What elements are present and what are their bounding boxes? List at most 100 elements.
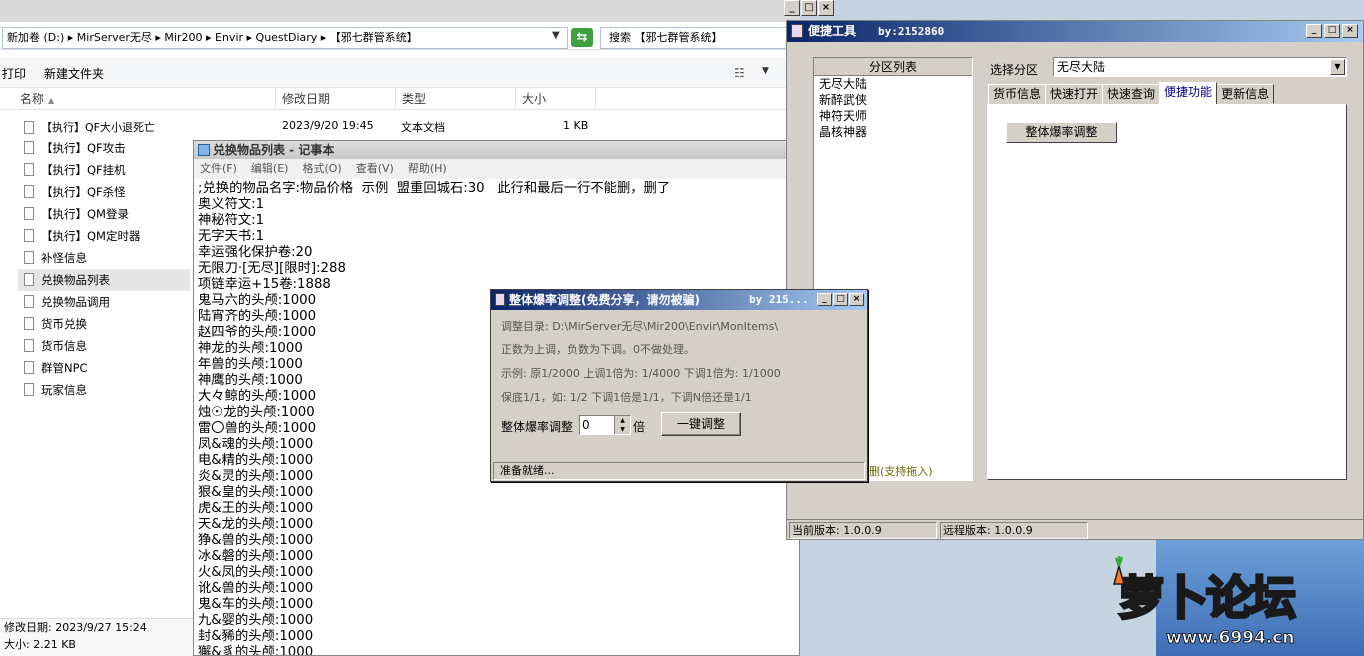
stepper-arrows-icon[interactable]: ▲ ▼ (614, 416, 630, 434)
file-name: 【执行】QM登录 (41, 207, 129, 221)
apply-button[interactable]: 一键调整 (661, 412, 741, 436)
close-icon[interactable]: × (1342, 24, 1358, 38)
tab-item[interactable]: 更新信息 (1216, 84, 1275, 104)
column-type[interactable]: 类型 (396, 88, 516, 110)
region-item[interactable]: 新醉武侠 (814, 92, 972, 108)
dialog-hint-2: 示例: 原1/2000 上调1倍为: 1/4000 下调1倍为: 1/1000 (501, 367, 781, 380)
region-item[interactable]: 无尽大陆 (814, 76, 972, 92)
tab-item[interactable]: 便捷功能 (1159, 82, 1218, 104)
droprate-value[interactable]: 0 (582, 418, 590, 432)
minimize-icon[interactable]: _ (817, 293, 832, 306)
search-input[interactable]: 搜索 【邪七群管系统】 (600, 27, 800, 49)
list-item[interactable]: 【执行】QM定时器 (18, 225, 190, 247)
shortcut-statusbar: 当前版本: 1.0.0.9 远程版本: 1.0.0.9 (787, 519, 1363, 539)
app-icon (495, 293, 505, 306)
text-file-icon (24, 141, 34, 154)
minimize-icon[interactable]: _ (1306, 24, 1322, 38)
droprate-label: 整体爆率调整 (501, 420, 574, 434)
dialog-window-controls: _ □ × (817, 293, 864, 306)
column-name[interactable]: 名称 ▲ (14, 88, 276, 110)
file-name: 群管NPC (41, 361, 88, 375)
list-item[interactable]: 群管NPC (18, 357, 190, 379)
menu-item[interactable]: 编辑(E) (251, 162, 289, 175)
address-bar[interactable]: 新加卷 (D:) ▸ MirServer无尽 ▸ Mir200 ▸ Envir … (2, 27, 568, 49)
refresh-icon[interactable]: ⇆ (571, 28, 593, 47)
tab-item[interactable]: 货币信息 (988, 84, 1047, 104)
column-size[interactable]: 大小 (516, 88, 596, 110)
chevron-down-icon[interactable]: ▼ (552, 30, 560, 41)
list-item[interactable]: 玩家信息 (18, 379, 190, 401)
file-name: 货币兑换 (41, 317, 87, 331)
file-name: 【执行】QM定时器 (41, 229, 141, 243)
tab-panel: 整体爆率调整 (987, 104, 1347, 480)
close-icon[interactable]: × (849, 293, 864, 306)
list-item[interactable]: 兑换物品调用 (18, 291, 190, 313)
file-type: 文本文档 (401, 121, 445, 134)
file-name: 兑换物品调用 (41, 295, 110, 309)
droprate-unit: 倍 (633, 420, 646, 434)
print-button[interactable]: 打印 (2, 65, 26, 82)
tab-item[interactable]: 快速打开 (1045, 84, 1104, 104)
file-name: 【执行】QF大小退死亡 (24, 119, 155, 135)
file-name: 【执行】QF杀怪 (41, 185, 126, 199)
app-icon (791, 23, 803, 38)
author-label: by 215... (749, 293, 809, 306)
droprate-dialog: 整体爆率调整(免费分享，请勿被骗) by 215... _ □ × 调整目录: … (490, 289, 868, 482)
logo-text: 萝卜论坛 (1117, 570, 1298, 627)
carrot-icon (1113, 556, 1125, 585)
file-list: 【执行】QF攻击 【执行】QF挂机【执行】QF杀怪 【执行】QM登录 【执行】QM定时… (18, 137, 190, 401)
dialog-hint-1: 正数为上调，负数为下调。0不做处理。 (501, 343, 695, 356)
text-file-icon (24, 339, 34, 352)
chevron-down-icon[interactable]: ▼ (762, 66, 769, 76)
list-item[interactable]: 兑换物品列表 (18, 269, 190, 291)
region-item[interactable]: 晶核神器 (814, 124, 972, 140)
file-name: 补怪信息 (41, 251, 87, 265)
remote-version: 远程版本: 1.0.0.9 (940, 522, 1088, 539)
maximize-icon[interactable]: □ (801, 0, 817, 16)
tab-strip: 货币信息 快速打开 快速查询 便捷功能 更新信息 (988, 82, 1275, 104)
list-item[interactable]: 货币信息 (18, 335, 190, 357)
notepad-icon (198, 143, 210, 156)
author-label: by:2152860 (878, 25, 945, 38)
chevron-down-icon[interactable]: ▼ (1330, 59, 1345, 75)
list-item[interactable]: 货币兑换 (18, 313, 190, 335)
region-item[interactable]: 神符天师 (814, 108, 972, 124)
text-file-icon (24, 383, 34, 396)
maximize-icon[interactable]: □ (1324, 24, 1340, 38)
text-file-icon (24, 273, 34, 286)
list-item[interactable]: 【执行】QM登录 (18, 203, 190, 225)
list-item[interactable]: 【执行】QF挂机 (18, 159, 190, 181)
text-file-icon (24, 185, 34, 198)
region-select[interactable]: 无尽大陆 ▼ (1053, 57, 1347, 77)
list-item[interactable]: 【执行】QF攻击 (18, 137, 190, 159)
new-folder-button[interactable]: 新建文件夹 (44, 65, 104, 82)
overall-droprate-button[interactable]: 整体爆率调整 (1006, 122, 1117, 143)
dialog-titlebar[interactable]: 整体爆率调整(免费分享，请勿被骗) by 215... _ □ × (491, 290, 867, 310)
text-file-icon (24, 207, 34, 220)
view-options-icon[interactable]: ☷ (734, 66, 745, 80)
current-version: 当前版本: 1.0.0.9 (789, 522, 937, 539)
menu-item[interactable]: 文件(F) (200, 162, 237, 175)
region-list-header[interactable]: 分区列表 (814, 58, 972, 76)
notepad-titlebar[interactable]: 兑换物品列表 - 记事本 (194, 141, 799, 159)
file-size: 1 KB (563, 119, 589, 132)
shortcut-titlebar[interactable]: 便捷工具 by:2152860 _ □ × (787, 21, 1363, 42)
sort-up-icon: ▲ (48, 96, 55, 105)
close-icon[interactable]: × (818, 0, 834, 16)
menu-item[interactable]: 格式(O) (302, 162, 341, 175)
select-region-label: 选择分区 (990, 63, 1039, 77)
list-item[interactable]: 【执行】QF杀怪 (18, 181, 190, 203)
tab-item[interactable]: 快速查询 (1102, 84, 1161, 104)
status-size: 大小: 2.21 KB (4, 638, 76, 651)
text-file-icon (24, 229, 34, 242)
menu-item[interactable]: 查看(V) (356, 162, 394, 175)
shortcut-tool-window: 便捷工具 by:2152860 _ □ × 分区列表 无尽大陆 新醉武侠 神符天师 晶核… (786, 20, 1364, 540)
minimize-icon[interactable]: _ (784, 0, 800, 16)
table-row[interactable]: 【执行】QF大小退死亡 2023/9/20 19:45 文本文档 1 KB (0, 118, 800, 136)
dialog-status: 准备就绪... (493, 462, 865, 480)
maximize-icon[interactable]: □ (833, 293, 848, 306)
menu-item[interactable]: 帮助(H) (408, 162, 447, 175)
column-modified[interactable]: 修改日期 (276, 88, 396, 110)
list-item[interactable]: 补怪信息 (18, 247, 190, 269)
droprate-stepper[interactable]: 0 ▲ ▼ (579, 415, 631, 435)
